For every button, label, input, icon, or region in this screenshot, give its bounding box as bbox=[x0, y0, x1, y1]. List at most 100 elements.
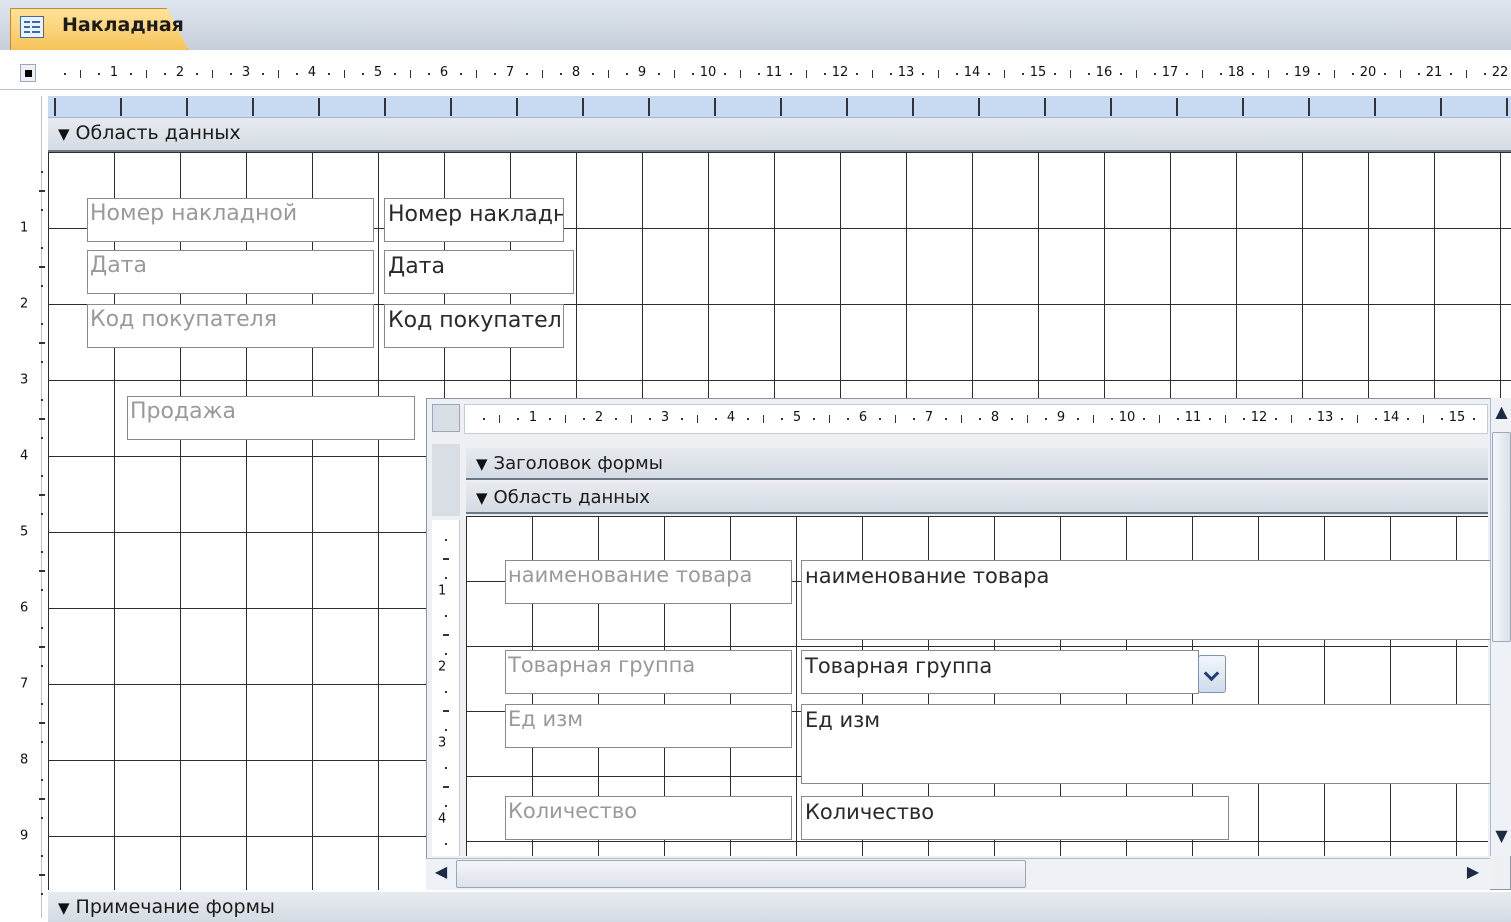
ruler-tick bbox=[41, 817, 43, 819]
ruler-tick bbox=[212, 70, 213, 78]
ruler-tick bbox=[872, 70, 873, 78]
arrow-right-icon[interactable]: ▶ bbox=[1462, 862, 1484, 886]
ruler-tick bbox=[1136, 70, 1137, 78]
ruler-tick bbox=[740, 70, 741, 78]
ruler-tick bbox=[847, 418, 849, 420]
field-product-name[interactable]: наименование товара bbox=[801, 560, 1491, 640]
chevron-down-icon[interactable] bbox=[1198, 655, 1226, 693]
subform-horizontal-ruler[interactable]: 1 2 3 4 5 6 7 8 9 10 11 12 13 14 15 bbox=[464, 404, 1488, 434]
ruler-tick bbox=[1252, 73, 1254, 75]
ruler-tick bbox=[829, 415, 830, 423]
ruler-tick bbox=[763, 415, 764, 423]
ruler-tick bbox=[1088, 73, 1090, 75]
ruler-tick bbox=[394, 73, 396, 75]
ruler-number: 7 bbox=[505, 65, 515, 80]
field-date[interactable]: Дата bbox=[384, 250, 574, 294]
field-quantity[interactable]: Количество bbox=[801, 796, 1229, 840]
section-arrow-icon: ▼ bbox=[58, 899, 70, 917]
ruler-number: 10 bbox=[699, 65, 717, 80]
column-marker bbox=[1308, 98, 1310, 116]
ruler-number: 6 bbox=[858, 410, 868, 425]
ruler-tick bbox=[1418, 73, 1420, 75]
ruler-number: 14 bbox=[1382, 410, 1400, 425]
ruler-tick bbox=[41, 893, 43, 895]
ruler-tick bbox=[631, 415, 632, 423]
subform-section-header[interactable]: ▼ Заголовок формы bbox=[466, 448, 1488, 480]
column-marker bbox=[516, 98, 518, 116]
label-invoice-number[interactable]: Номер накладной bbox=[87, 198, 374, 242]
ruler-tick bbox=[39, 570, 45, 572]
ruler-number: 1 bbox=[438, 583, 447, 599]
ruler-tick bbox=[445, 615, 447, 617]
ruler-tick bbox=[39, 874, 45, 876]
ruler-tick bbox=[64, 73, 66, 75]
column-marker-band bbox=[48, 96, 1511, 118]
column-marker bbox=[318, 98, 320, 116]
ruler-tick bbox=[824, 73, 826, 75]
ruler-tick bbox=[1022, 73, 1024, 75]
ruler-tick bbox=[1334, 70, 1335, 78]
ruler-tick bbox=[41, 247, 43, 249]
ruler-tick bbox=[1054, 73, 1056, 75]
arrow-down-icon[interactable]: ▼ bbox=[1492, 826, 1511, 850]
ruler-tick bbox=[443, 558, 449, 560]
form-icon bbox=[20, 16, 44, 38]
ruler-tick bbox=[674, 70, 675, 78]
label-sale-subform[interactable]: Продажа bbox=[127, 396, 415, 440]
ruler-tick bbox=[1177, 418, 1179, 420]
ruler-tick bbox=[41, 209, 43, 211]
ruler-tick bbox=[592, 73, 594, 75]
section-arrow-icon: ▼ bbox=[58, 125, 70, 143]
ruler-tick bbox=[1209, 418, 1211, 420]
label-unit[interactable]: Ед изм bbox=[505, 704, 792, 748]
ruler-tick bbox=[41, 437, 43, 439]
field-customer-code[interactable]: Код покупателя bbox=[384, 304, 564, 348]
vertical-ruler[interactable]: 1 2 3 4 5 6 7 8 9 bbox=[14, 96, 45, 918]
field-invoice-number[interactable]: Номер накладн bbox=[384, 198, 564, 242]
column-marker bbox=[1242, 98, 1244, 116]
ruler-tick bbox=[697, 415, 698, 423]
ruler-number: 2 bbox=[20, 296, 29, 312]
ruler-number: 1 bbox=[20, 220, 29, 236]
ruler-tick bbox=[913, 418, 915, 420]
ruler-tick bbox=[895, 415, 896, 423]
column-marker bbox=[120, 98, 122, 116]
subform-vertical-scroll-thumb[interactable] bbox=[1492, 432, 1511, 642]
label-product-group[interactable]: Товарная группа bbox=[505, 650, 792, 694]
field-unit[interactable]: Ед изм bbox=[801, 704, 1491, 784]
ruler-tick bbox=[879, 418, 881, 420]
ruler-tick bbox=[41, 323, 43, 325]
ruler-tick bbox=[1291, 415, 1292, 423]
ruler-number: 3 bbox=[241, 65, 251, 80]
combo-product-group[interactable]: Товарная группа bbox=[801, 650, 1199, 694]
subform-horizontal-scroll-thumb[interactable] bbox=[456, 860, 1026, 888]
label-date[interactable]: Дата bbox=[87, 250, 374, 294]
section-bar-detail[interactable]: ▼ Область данных bbox=[48, 118, 1511, 152]
column-marker bbox=[582, 98, 584, 116]
ruler-tick bbox=[1225, 415, 1226, 423]
ruler-tick bbox=[39, 494, 45, 496]
ruler-tick bbox=[922, 73, 924, 75]
ruler-tick bbox=[41, 171, 43, 173]
arrow-left-icon[interactable]: ◀ bbox=[430, 862, 452, 886]
column-marker bbox=[1440, 98, 1442, 116]
document-tab-bar bbox=[0, 0, 1511, 50]
arrow-up-icon[interactable]: ▲ bbox=[1492, 402, 1511, 426]
subform-vertical-ruler[interactable]: 1 2 3 4 bbox=[432, 520, 460, 883]
horizontal-ruler-marks: 1 2 3 4 5 6 7 8 9 10 11 12 13 14 15 16 17 18 19 20 21 22 bbox=[0, 58, 1511, 90]
ruler-tick bbox=[41, 285, 43, 287]
subform-selector-button[interactable] bbox=[432, 404, 460, 432]
label-quantity[interactable]: Количество bbox=[505, 796, 792, 840]
subform-section-detail[interactable]: ▼ Область данных bbox=[466, 482, 1488, 514]
ruler-tick bbox=[1286, 73, 1288, 75]
label-product-name[interactable]: наименование товара bbox=[505, 560, 792, 604]
ruler-tick bbox=[445, 805, 447, 807]
ruler-tick bbox=[1275, 418, 1277, 420]
ruler-tick bbox=[443, 634, 449, 636]
ruler-number: 1 bbox=[528, 410, 538, 425]
label-customer-code[interactable]: Код покупателя bbox=[87, 304, 374, 348]
ruler-tick bbox=[938, 70, 939, 78]
ruler-tick bbox=[278, 70, 279, 78]
column-marker bbox=[1176, 98, 1178, 116]
ruler-number: 15 bbox=[1448, 410, 1466, 425]
